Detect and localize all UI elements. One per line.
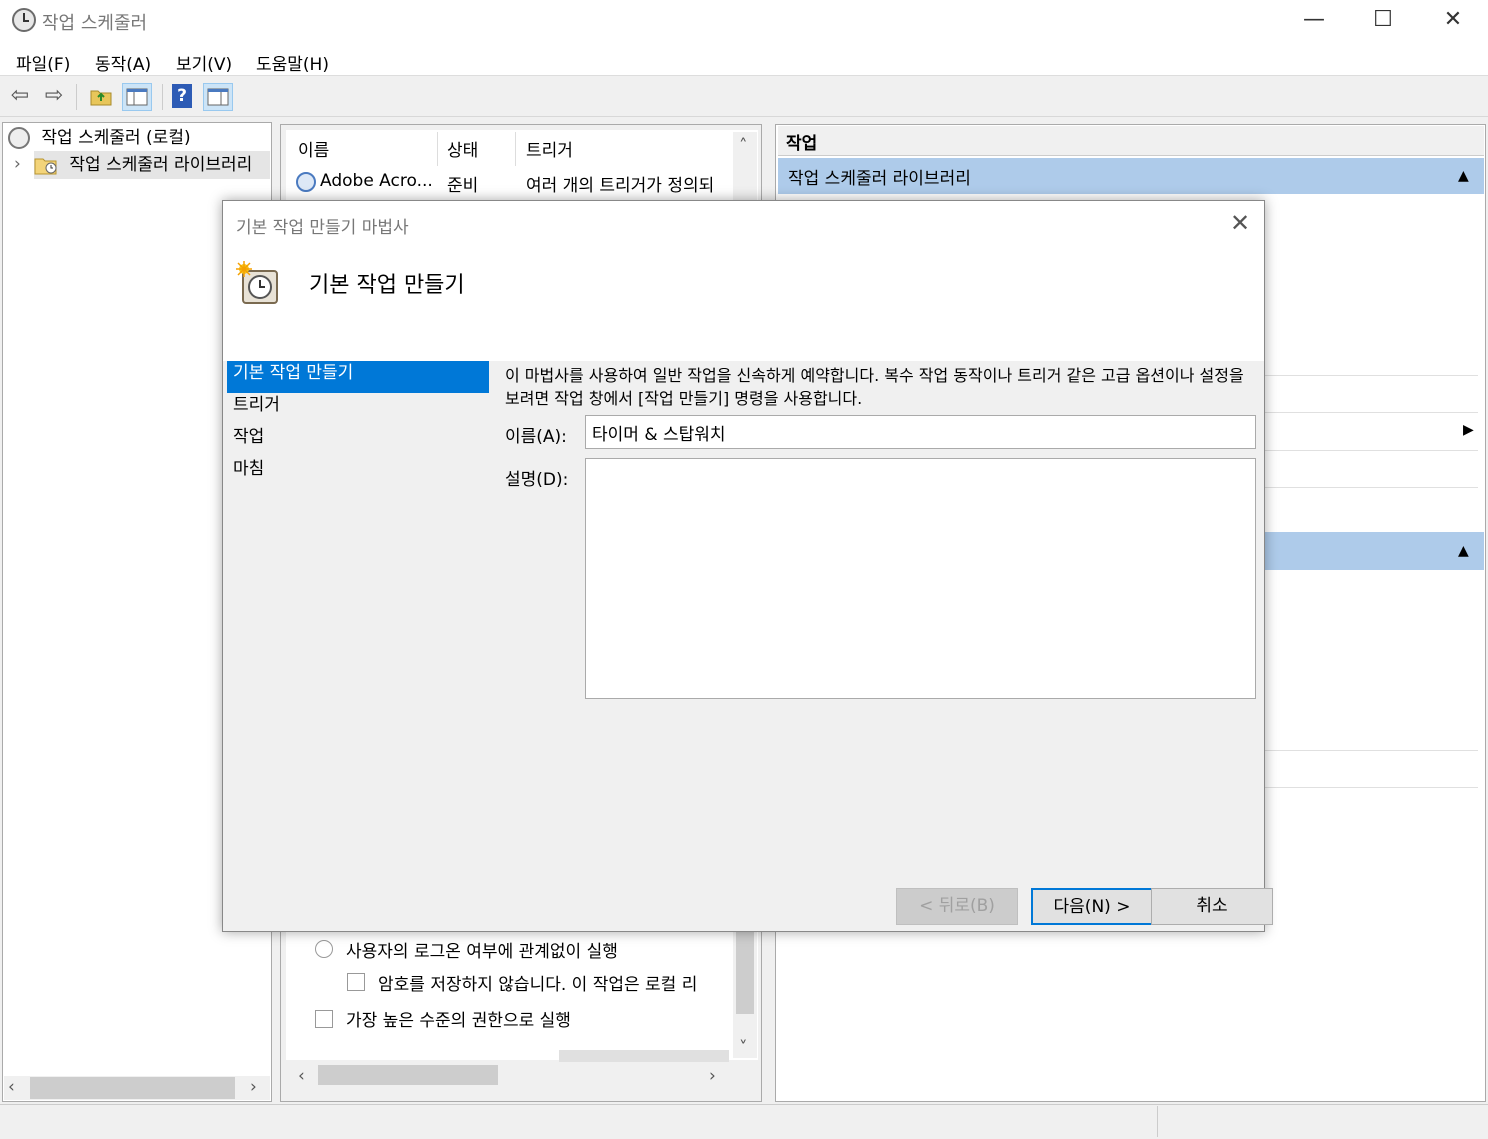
folder-up-icon[interactable] (90, 86, 112, 106)
step-create-basic-task[interactable]: 기본 작업 만들기 (227, 361, 489, 393)
back-button[interactable]: < 뒤로(B) (896, 888, 1018, 925)
task-name: Adobe Acro... (320, 171, 433, 191)
action-divider (1265, 750, 1478, 751)
task-clock-icon (296, 172, 316, 192)
dialog-heading: 기본 작업 만들기 (309, 273, 465, 298)
wizard-steps: 기본 작업 만들기 트리거 작업 마침 (227, 361, 489, 489)
back-arrow-icon[interactable]: ⇦ (6, 82, 34, 110)
menu-file[interactable]: 파일(F) (16, 50, 70, 75)
actions-selected-item-section[interactable] (1265, 532, 1484, 570)
action-divider (1265, 412, 1478, 413)
step-action[interactable]: 작업 (227, 425, 489, 457)
create-basic-task-wizard: 기본 작업 만들기 마법사 ✕ 기본 작업 만들기 기본 작업 만들기 트리거 … (222, 200, 1273, 932)
help-icon[interactable]: ? (172, 84, 192, 108)
column-divider (515, 132, 516, 166)
scroll-down-icon[interactable]: ˅ (739, 1038, 748, 1058)
name-field[interactable] (585, 415, 1256, 449)
scroll-right-icon[interactable]: › (250, 1077, 257, 1097)
scroll-right-icon[interactable]: › (709, 1066, 716, 1086)
cancel-button[interactable]: 취소 (1151, 888, 1273, 925)
task-status: 준비 (447, 176, 479, 196)
task-trigger: 여러 개의 트리거가 정의되 (526, 176, 715, 196)
window-title: 작업 스케줄러 (42, 13, 148, 34)
clock-icon (8, 127, 30, 149)
dialog-close-button[interactable]: ✕ (1223, 209, 1257, 237)
submenu-arrow-icon[interactable]: ▶ (1463, 422, 1474, 438)
actions-header: 작업 (778, 126, 1484, 156)
wizard-description: 이 마법사를 사용하여 일반 작업을 신속하게 예약합니다. 복수 작업 동작이… (505, 366, 1244, 408)
folder-clock-icon (34, 155, 60, 175)
show-hide-tree-icon[interactable] (122, 83, 152, 111)
task-list-scroll-thumb[interactable] (736, 930, 754, 1014)
tree-item-root[interactable]: 작업 스케줄러 (로컬) (8, 124, 270, 152)
tree-item-root-label: 작업 스케줄러 (로컬) (41, 128, 191, 148)
menu-view[interactable]: 보기(V) (176, 50, 232, 75)
forward-arrow-icon[interactable]: ⇨ (40, 82, 68, 110)
column-divider (437, 132, 438, 166)
maximize-button[interactable]: ☐ (1348, 0, 1418, 40)
column-header-trigger[interactable]: 트리거 (526, 136, 573, 161)
task-list-hscroll-thumb[interactable] (318, 1065, 498, 1085)
close-button[interactable]: ✕ (1418, 0, 1488, 40)
status-divider (1157, 1106, 1158, 1137)
name-label: 이름(A): (505, 427, 567, 447)
no-store-password-label: 암호를 저장하지 않습니다. 이 작업은 로컬 리 (378, 975, 698, 995)
title-bar (0, 0, 1488, 42)
tree-item-library[interactable]: 작업 스케줄러 라이브러리 (34, 151, 270, 179)
minimize-button[interactable]: — (1279, 0, 1349, 40)
run-regardless-radio[interactable] (315, 940, 333, 958)
action-divider (1265, 487, 1478, 488)
tree-scroll-thumb[interactable] (30, 1077, 235, 1099)
show-hide-action-pane-icon[interactable] (203, 83, 233, 111)
collapse-icon[interactable]: ▲ (1458, 543, 1469, 559)
action-divider (1265, 787, 1478, 788)
toolbar-divider (76, 84, 77, 110)
step-finish[interactable]: 마침 (227, 457, 489, 489)
menu-action[interactable]: 동작(A) (95, 50, 151, 75)
clock-icon (12, 8, 36, 32)
column-header-name[interactable]: 이름 (298, 136, 329, 161)
actions-library-section[interactable]: 작업 스케줄러 라이브러리 (778, 158, 1484, 194)
scroll-left-icon[interactable]: ‹ (8, 1077, 15, 1097)
dialog-title: 기본 작업 만들기 마법사 (236, 218, 409, 238)
new-task-icon (235, 261, 281, 307)
highest-privileges-label: 가장 높은 수준의 권한으로 실행 (346, 1011, 571, 1031)
actions-library-label: 작업 스케줄러 라이브러리 (788, 169, 971, 189)
expand-icon[interactable]: › (14, 154, 21, 174)
toolbar-divider (162, 84, 163, 110)
menu-help[interactable]: 도움말(H) (256, 50, 329, 75)
action-divider (1265, 375, 1478, 376)
table-row[interactable]: Adobe Acro... 준비 여러 개의 트리거가 정의되 (288, 167, 732, 197)
description-label: 설명(D): (505, 470, 569, 490)
scroll-up-icon[interactable]: ˄ (739, 136, 748, 156)
step-trigger[interactable]: 트리거 (227, 393, 489, 425)
status-bar (0, 1104, 1488, 1139)
no-store-password-checkbox[interactable] (347, 973, 365, 991)
column-header-status[interactable]: 상태 (447, 136, 478, 161)
scroll-left-icon[interactable]: ‹ (298, 1066, 305, 1086)
description-field[interactable] (585, 458, 1256, 699)
next-button[interactable]: 다음(N) > (1031, 888, 1153, 925)
tree-item-library-label: 작업 스케줄러 라이브러리 (69, 155, 253, 175)
dialog-header: 기본 작업 만들기 (223, 249, 1264, 361)
highest-privileges-checkbox[interactable] (315, 1010, 333, 1028)
collapse-icon[interactable]: ▲ (1458, 168, 1469, 184)
action-divider (1265, 450, 1478, 451)
run-regardless-label: 사용자의 로그온 여부에 관계없이 실행 (346, 942, 618, 962)
partial-control (559, 1050, 729, 1062)
